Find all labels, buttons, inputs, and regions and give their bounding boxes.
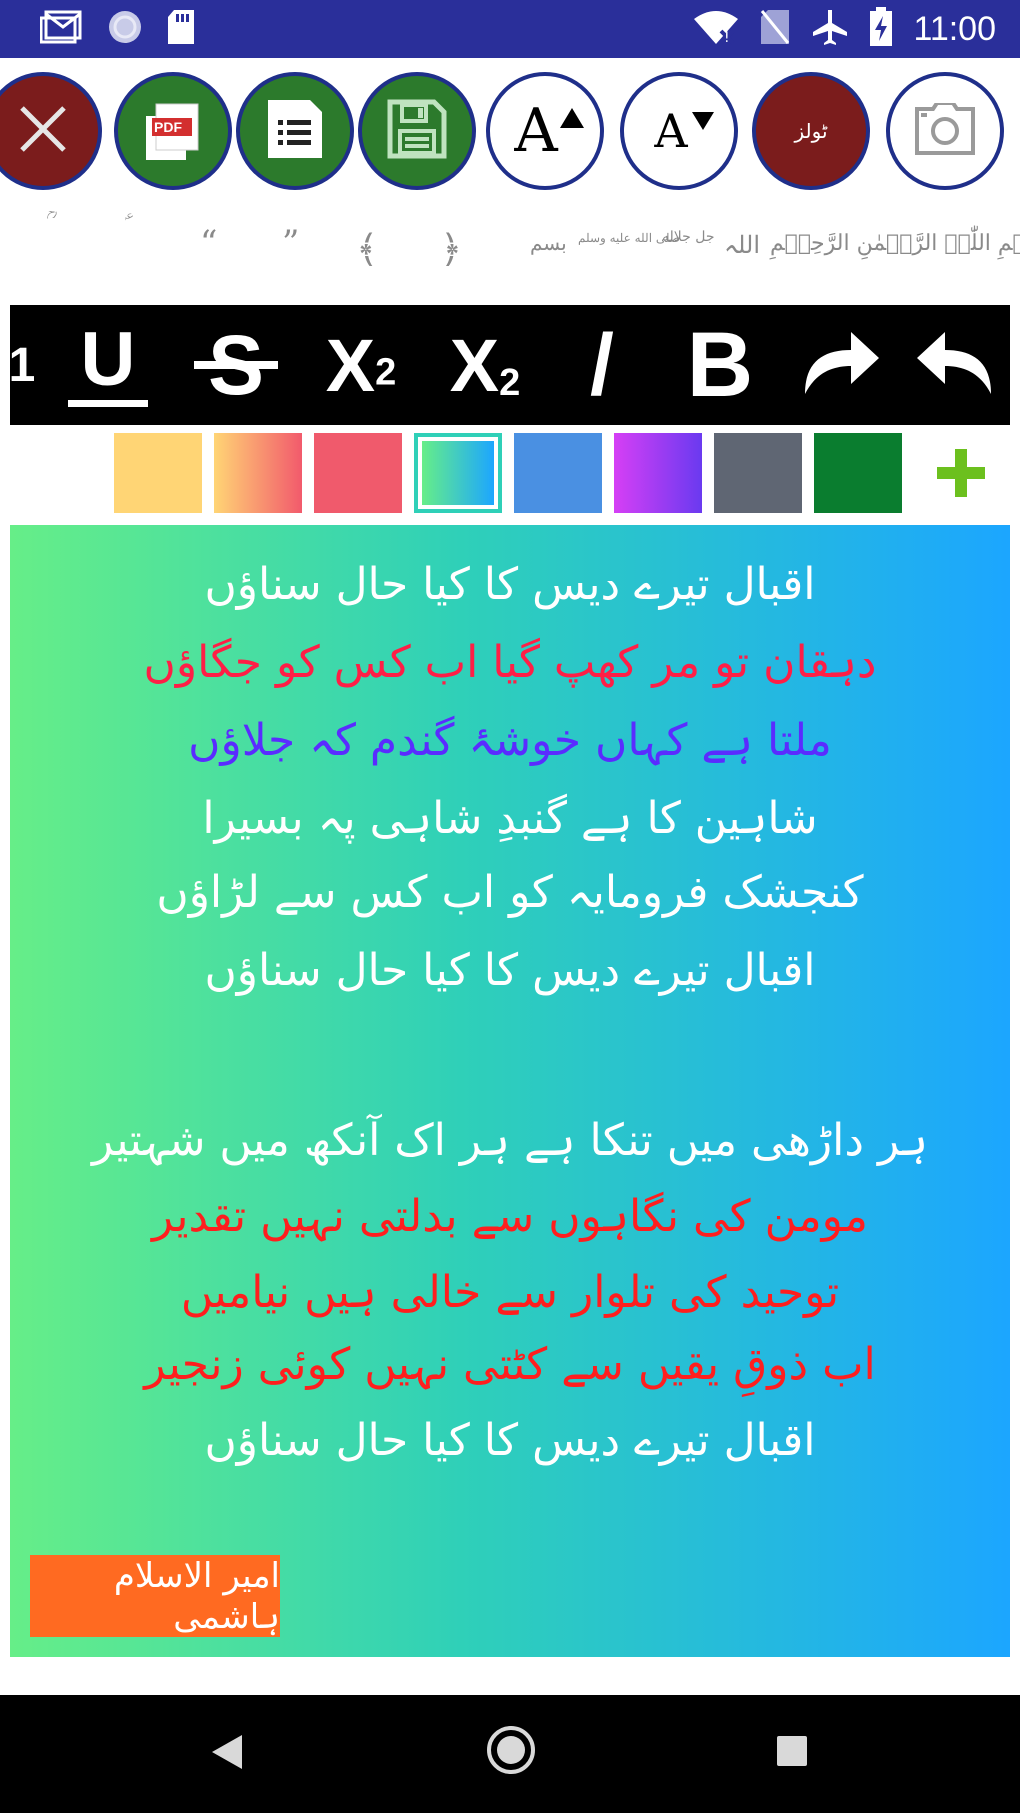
back-button[interactable] [210,1733,244,1775]
home-icon [487,1726,535,1774]
recents-button[interactable] [776,1735,808,1771]
superscript-icon: X2 [326,323,397,408]
triangle-down-icon [692,112,714,134]
poem-line: ہر داڑھی میں تنکا ہے ہر اک آنکھ میں شہتی… [91,1115,929,1166]
redo-button[interactable] [786,305,896,425]
status-bar: ! 11:00 [0,0,1020,58]
subscript-icon: X2 [450,323,521,408]
bismillah-short-symbol[interactable]: بسم [530,231,567,255]
salla-symbol[interactable]: صلى الله عليه وسلم [578,231,680,245]
camera-icon [913,101,977,159]
poem-line: ملتا ہے کہاں خوشۂ گندم کہ جلاؤں [188,715,832,766]
tools-button[interactable]: ٹولز [752,72,870,190]
font-decrease-button[interactable]: A [620,72,738,190]
redo-icon [799,328,883,403]
pdf-button[interactable]: PDF [114,72,232,190]
color-swatch[interactable] [714,433,802,513]
editor-canvas[interactable]: اقبال تیرے دیس کا کیا حال سناؤں دہقان تو… [10,525,1010,1657]
list-icon [264,96,326,166]
ornate-paren-right-symbol[interactable]: ﴿ [440,227,462,271]
color-swatch[interactable] [214,433,302,513]
sd-card-icon [166,8,196,50]
undo-button[interactable] [900,305,1010,425]
add-color-button[interactable] [933,445,989,501]
font-decrease-label: A [654,104,688,158]
pdf-icon: PDF [142,100,204,162]
save-button[interactable] [358,72,476,190]
font-increase-button[interactable]: A [486,72,604,190]
format-partial-label: 1 [10,338,36,392]
no-sim-icon [759,8,791,50]
plus-icon [933,449,989,505]
allah-symbol[interactable]: اللہ [724,231,760,259]
ornate-paren-left-symbol[interactable]: ﴾ [356,227,378,271]
poem-line: شاہین کا ہے گنبدِ شاہی پہ بسیرا [202,793,818,844]
save-icon [386,98,448,164]
close-icon [16,102,70,160]
recents-icon [777,1736,807,1766]
quote-open-symbol[interactable]: “ [200,223,217,263]
color-swatch[interactable] [514,433,602,513]
subscript-exp: 2 [499,361,521,404]
triangle-up-icon [560,108,584,132]
symbols-row: بِسۡمِ اللّٰہِ الرَّحۡمٰنِ الرَّحِيۡمِ ا… [0,205,1020,295]
color-swatch[interactable] [614,433,702,513]
poem-line: کنجشک فرومایہ کو اب کس سے لڑاؤں [156,867,864,918]
sync-icon [106,8,144,50]
strikethrough-button[interactable]: S [186,305,286,425]
font-increase-label: A [514,96,558,166]
svg-text:!: ! [724,30,730,45]
format-partial-button[interactable]: 1 [10,305,36,425]
back-icon [212,1735,242,1769]
wifi-icon: ! [693,9,739,49]
home-button[interactable] [486,1725,536,1779]
poem-line: مومن کی نگاہوں سے بدلتی نہیں تقدیر [152,1191,868,1242]
superscript-button[interactable]: X2 [306,305,416,425]
underline-label: U [80,316,136,402]
italic-button[interactable]: / [562,305,642,425]
underline-icon: U [68,316,148,407]
quote-close-symbol[interactable]: ” [282,223,299,263]
color-swatch-row [0,433,1020,517]
battery-charging-icon [869,7,893,51]
close-button[interactable] [0,72,102,190]
color-swatch[interactable] [314,433,402,513]
subscript-button[interactable]: X2 [430,305,540,425]
signature-label[interactable]: امیر الاسلام ہاشمی [30,1555,280,1637]
superscript-exp: 2 [375,351,397,394]
poem-line: اقبال تیرے دیس کا کیا حال سناؤں [204,559,816,610]
status-time: 11:00 [913,9,996,48]
poem-line: اقبال تیرے دیس کا کیا حال سناؤں [204,945,816,996]
subscript-base: X [449,323,500,407]
tools-label: ٹولز [794,119,828,143]
camera-button[interactable] [886,72,1004,190]
underline-button[interactable]: U [58,305,158,425]
color-swatch[interactable] [114,433,202,513]
airplane-icon [811,8,849,50]
poem-line: توحید کی تلوار سے خالی ہیں نیامیں [180,1267,840,1318]
bold-label: B [686,313,754,416]
poem-line: دہقان تو مر کھپ گیا اب کس کو جگاؤں [143,637,877,688]
italic-label: / [590,316,614,413]
gmail-icon [39,10,84,48]
format-toolbar: 1 U S X2 X2 / B [10,305,1010,425]
tool-row: PDF A A ٹولز [0,70,1008,195]
undo-icon [913,328,997,403]
bold-button[interactable]: B [670,305,770,425]
color-swatch-selected[interactable] [414,433,502,513]
status-right-icons: ! 11:00 [693,7,996,51]
status-left-icons [39,8,196,50]
list-button[interactable] [236,72,354,190]
navigation-bar [0,1695,1020,1813]
poem-line: اقبال تیرے دیس کا کیا حال سناؤں [204,1415,816,1466]
bismillah-symbol[interactable]: بِسۡمِ اللّٰہِ الرَّحۡمٰنِ الرَّحِيۡمِ [770,231,1020,256]
pdf-label: PDF [154,119,182,135]
color-swatch[interactable] [814,433,902,513]
strikethrough-icon: S [193,317,279,414]
poem-line: اب ذوقِ یقیں سے کٹتی نہیں کوئی زنجیر [144,1339,876,1390]
superscript-base: X [325,323,376,407]
